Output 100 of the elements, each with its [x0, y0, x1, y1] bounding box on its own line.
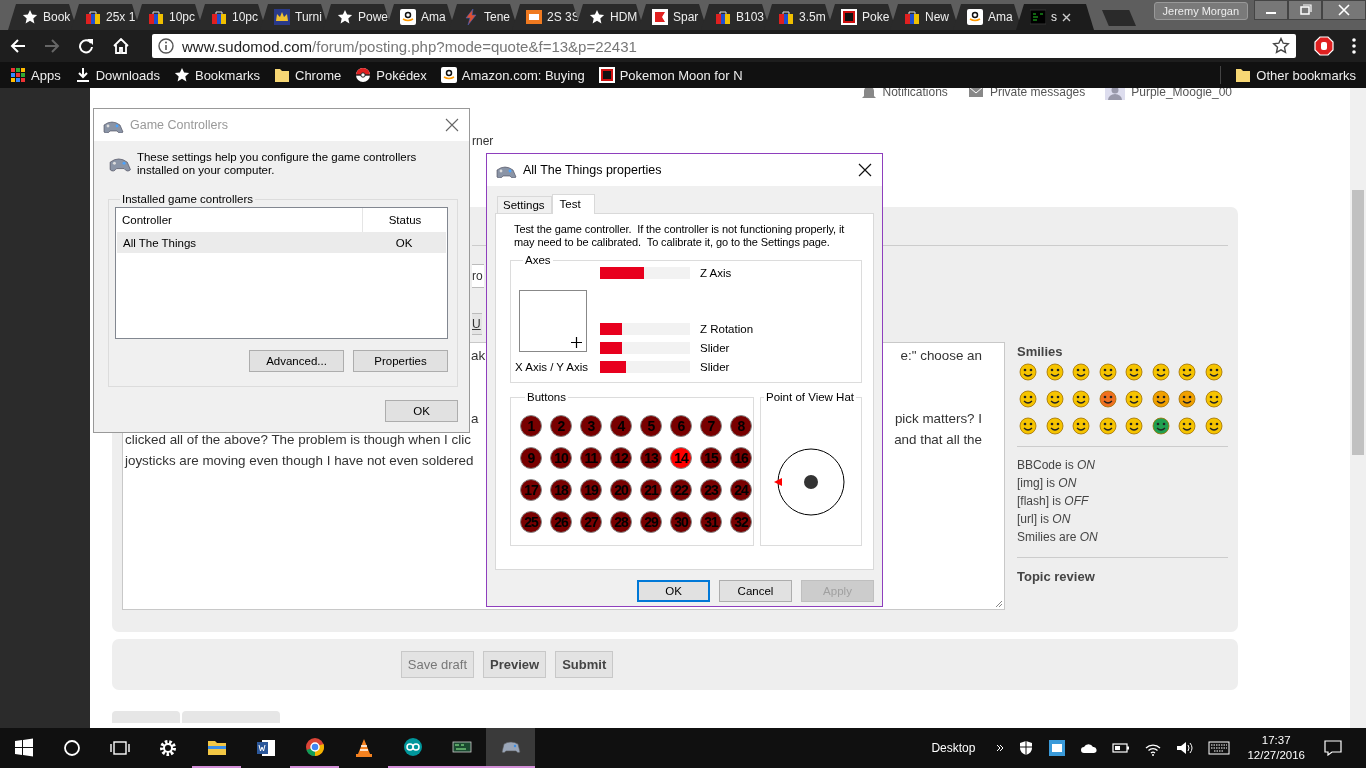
- bookmark-star-icon[interactable]: [1272, 37, 1290, 55]
- scrollbar[interactable]: [1350, 88, 1366, 728]
- smiley-icon[interactable]: [1125, 390, 1143, 408]
- smiley-icon[interactable]: [1178, 390, 1196, 408]
- bookmark[interactable]: Other bookmarks: [1235, 67, 1356, 83]
- reload-icon[interactable]: [78, 38, 94, 54]
- button-indicator: 14: [670, 447, 692, 469]
- list-row[interactable]: All The Things OK: [117, 232, 446, 253]
- battery-icon[interactable]: [1112, 743, 1131, 753]
- menu-icon[interactable]: [1352, 38, 1356, 54]
- smiley-icon[interactable]: [1019, 363, 1037, 381]
- smiley-icon[interactable]: [1151, 363, 1170, 381]
- dialog-button[interactable]: Cancel: [719, 580, 792, 602]
- shopping-bag-icon: [148, 9, 164, 25]
- infinity-icon: [402, 737, 423, 757]
- smiley-icon[interactable]: [1151, 390, 1170, 408]
- shield-icon[interactable]: [1018, 740, 1035, 756]
- form-button[interactable]: Submit: [555, 651, 614, 678]
- smiley-icon[interactable]: [1072, 417, 1090, 435]
- terminal-icon: [1030, 9, 1046, 25]
- tab[interactable]: Test: [551, 194, 595, 214]
- smiley-icon[interactable]: [1204, 417, 1223, 435]
- minimize-icon[interactable]: [1254, 0, 1288, 20]
- scrollbar-thumb[interactable]: [1352, 190, 1364, 455]
- smiley-icon[interactable]: [1204, 363, 1223, 381]
- button-indicator: 9: [520, 447, 542, 469]
- resize-grip-icon[interactable]: [995, 600, 1003, 608]
- app-icon[interactable]: [1048, 739, 1067, 757]
- smiley-icon[interactable]: [1045, 417, 1064, 435]
- button-indicator: 22: [670, 479, 692, 501]
- window-title: Game Controllers: [130, 118, 228, 132]
- form-button[interactable]: Save draft: [400, 651, 474, 678]
- bookmark[interactable]: Pokemon Moon for N: [598, 67, 743, 83]
- smiley-icon[interactable]: [1098, 390, 1117, 408]
- smiley-icon[interactable]: [1098, 417, 1117, 435]
- bookmark[interactable]: Chrome: [274, 67, 342, 83]
- dialog-button[interactable]: OK: [637, 580, 710, 602]
- smiley-icon[interactable]: [1045, 363, 1064, 381]
- bookmark[interactable]: Downloads: [74, 67, 160, 83]
- back-icon[interactable]: [10, 38, 26, 54]
- smiley-icon[interactable]: [1019, 390, 1037, 408]
- button-indicator: 25: [520, 511, 542, 533]
- smiley-icon[interactable]: [1045, 390, 1064, 408]
- home-icon[interactable]: [112, 38, 130, 54]
- smiley-icon[interactable]: [1204, 390, 1223, 408]
- smiley-icon[interactable]: [1178, 417, 1196, 435]
- profile-button[interactable]: Jeremy Morgan: [1153, 2, 1248, 20]
- column-header[interactable]: Status: [363, 214, 447, 226]
- message-text: and that all the: [894, 431, 982, 449]
- bookmark[interactable]: Bookmarks: [173, 67, 260, 83]
- smiley-icon[interactable]: [1125, 417, 1143, 435]
- nav-link[interactable]: Private messages: [967, 88, 1086, 100]
- smiley-icon[interactable]: [1072, 363, 1090, 381]
- volume-icon[interactable]: [1176, 740, 1195, 756]
- bookmark[interactable]: Amazon.com: Buying: [440, 67, 585, 83]
- bookmark[interactable]: Apps: [10, 67, 61, 83]
- browser-tab[interactable]: s: [1016, 4, 1094, 30]
- browser-icon: [304, 737, 325, 757]
- table-cell-text: OK: [394, 236, 414, 249]
- square-icon: [841, 9, 857, 25]
- smiley-icon[interactable]: [1019, 417, 1037, 435]
- tab-title: Ama: [421, 10, 446, 24]
- nav-link[interactable]: Purple_Moogie_00: [1105, 88, 1232, 100]
- table-cell-text: All The Things: [122, 236, 198, 249]
- toolbar-label[interactable]: Desktop: [931, 741, 976, 755]
- nav-link[interactable]: Notifications: [860, 88, 948, 100]
- chevron-icon[interactable]: [996, 744, 1005, 752]
- dialog-button[interactable]: Properties: [353, 350, 448, 372]
- tab-title: Turni: [295, 10, 322, 24]
- address-bar[interactable]: www.sudomod.com/forum/posting.php?mode=quote&f=13&p=22431: [152, 34, 1296, 58]
- smiley-icon[interactable]: [1151, 417, 1170, 435]
- dialog-button[interactable]: Advanced...: [249, 350, 344, 372]
- windows-logo-icon[interactable]: [14, 738, 34, 758]
- settings-icon[interactable]: [158, 738, 178, 758]
- tab-title: 10pc: [232, 10, 259, 24]
- button-indicator: 4: [610, 415, 632, 437]
- tab[interactable]: Settings: [497, 196, 552, 213]
- format-button[interactable]: U: [472, 313, 482, 335]
- smiley-icon[interactable]: [1178, 363, 1196, 381]
- bookmark[interactable]: Pokédex: [355, 67, 427, 83]
- folder-icon: [1235, 67, 1252, 83]
- close-icon[interactable]: [1322, 0, 1366, 20]
- select-field[interactable]: ro: [472, 264, 484, 288]
- form-button[interactable]: Preview: [483, 651, 547, 678]
- forward-icon[interactable]: [44, 38, 60, 54]
- smiley-icon[interactable]: [1125, 363, 1143, 381]
- cloud-icon[interactable]: [1080, 742, 1099, 754]
- smiley-icon[interactable]: [1098, 363, 1117, 381]
- close-icon[interactable]: [858, 163, 872, 177]
- search-icon[interactable]: [62, 738, 82, 758]
- clock[interactable]: 17:37 12/27/2016: [1247, 733, 1305, 763]
- tab-title: B103: [736, 10, 765, 24]
- restore-icon[interactable]: [1288, 0, 1322, 20]
- square-icon: [526, 9, 542, 25]
- ok-button[interactable]: OK: [385, 400, 458, 422]
- task-view-icon[interactable]: [110, 738, 130, 758]
- stop-hand-icon[interactable]: [1314, 36, 1334, 56]
- keyboard-icon[interactable]: [1208, 741, 1231, 755]
- notification-icon[interactable]: [1324, 740, 1342, 756]
- smiley-icon[interactable]: [1072, 390, 1090, 408]
